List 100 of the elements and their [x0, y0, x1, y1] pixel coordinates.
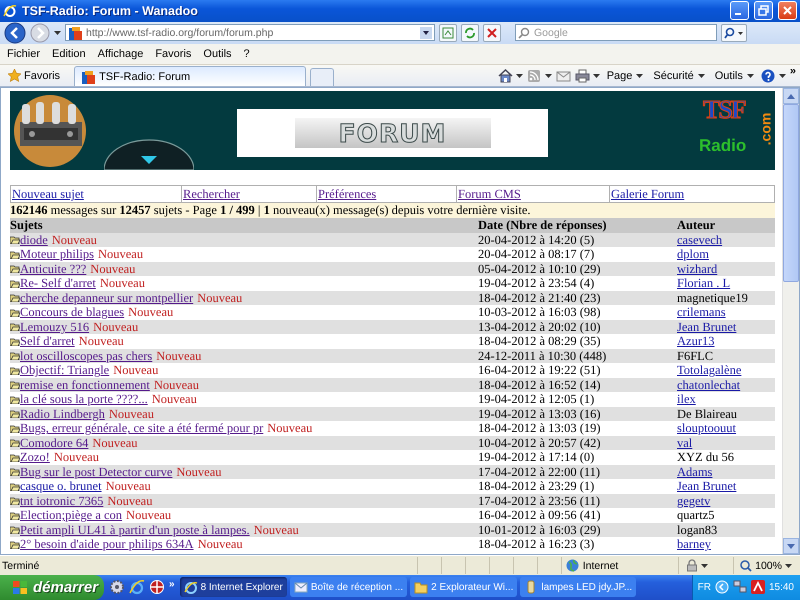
author-link[interactable]: Totolagalène [677, 363, 742, 378]
expand-tray-icon[interactable] [714, 580, 729, 594]
topic-link[interactable]: Bugs, erreur générale, ce site a été fermé pour pr [20, 421, 264, 436]
author-link[interactable]: Jean Brunet [677, 479, 736, 494]
new-label: Nouveau [93, 320, 138, 334]
taskbar-button[interactable]: 2 Explorateur Wi... [410, 577, 518, 598]
printer-icon[interactable] [574, 68, 590, 83]
nav-link[interactable]: Préférences [316, 186, 376, 202]
scroll-up-button[interactable] [783, 88, 799, 104]
lock-icon[interactable] [685, 559, 700, 572]
caret-icon[interactable] [516, 74, 523, 78]
home-icon[interactable] [498, 68, 513, 83]
author-link[interactable]: casevech [677, 232, 722, 248]
topic-link[interactable]: Self d'arret [20, 334, 75, 349]
quick-launch-more-button[interactable]: » [169, 579, 175, 590]
author-link[interactable]: ilex [677, 392, 696, 407]
address-field[interactable]: http://www.tsf-radio.org/forum/forum.php [65, 24, 435, 42]
menu-item[interactable]: Favoris [150, 46, 196, 62]
topic-link[interactable]: 2° besoin d'aide pour philips 634A [20, 537, 194, 552]
taskbar-button[interactable]: 8 Internet Explorer [180, 577, 287, 598]
topic-link[interactable]: cherche depanneur sur montpellier [20, 290, 194, 306]
windows-logo-icon [12, 580, 28, 595]
menu-item[interactable]: Outils [198, 46, 237, 62]
caret-icon[interactable] [592, 74, 600, 78]
command-menu[interactable]: Page [604, 70, 646, 82]
author-link[interactable]: crilemans [677, 305, 726, 320]
author-link[interactable]: val [677, 436, 692, 450]
author-link[interactable]: slouptoouut [677, 421, 736, 436]
new-label: Nouveau [126, 508, 172, 523]
topic-link[interactable]: remise en fonctionnement [20, 378, 150, 392]
command-menu[interactable]: Sécurité [650, 70, 708, 82]
author-link[interactable]: wizhard [677, 262, 718, 276]
menu-item[interactable]: Edition [47, 46, 91, 62]
nav-link[interactable]: Rechercher [181, 186, 240, 202]
minimize-button[interactable] [730, 1, 749, 20]
taskbar-button[interactable]: lampes LED jdy.JP... [520, 577, 636, 598]
topic-link[interactable]: Objectif: Triangle [20, 363, 110, 378]
history-dropdown-icon[interactable] [54, 30, 61, 35]
topic-link[interactable]: Lemouzy 516 [20, 320, 90, 334]
author-link[interactable]: Azur13 [677, 334, 714, 349]
topic-link[interactable]: casque o. brunet [20, 479, 102, 494]
author-link[interactable]: barney [677, 537, 712, 552]
caret-icon[interactable] [636, 74, 644, 78]
topic-link[interactable]: Moteur philips [20, 247, 94, 262]
caret-icon[interactable] [544, 74, 552, 78]
author-name: logan83 [677, 522, 718, 538]
topic-link[interactable]: Anticuite ??? [20, 262, 86, 276]
author-link[interactable]: Adams [677, 464, 712, 480]
back-button[interactable] [4, 22, 26, 44]
caret-icon[interactable] [778, 74, 786, 78]
command-menu[interactable]: Outils [712, 70, 757, 82]
caret-icon[interactable] [701, 564, 708, 568]
browser-tab[interactable]: TSF-Radio: Forum [74, 66, 306, 86]
menu-item[interactable]: ? [238, 46, 255, 62]
ie-logo-icon[interactable] [129, 579, 145, 596]
topic-link[interactable]: Re- Self d'arret [20, 276, 96, 291]
topic-link[interactable]: Bug sur le post Detector curve [20, 464, 172, 480]
more-tools-button[interactable]: » [790, 64, 796, 77]
search-button[interactable] [721, 24, 747, 42]
restore-button[interactable] [754, 1, 773, 20]
author-name: quartz5 [677, 508, 716, 523]
dropdown-icon[interactable] [420, 26, 432, 39]
author-link[interactable]: Jean Brunet [677, 320, 736, 334]
caret-icon[interactable] [784, 564, 792, 568]
topic-link[interactable]: Concours de blagues [20, 305, 124, 320]
refresh-button[interactable] [461, 24, 479, 42]
nav-link[interactable]: Galerie Forum [609, 186, 684, 202]
author-link[interactable]: dplom [677, 247, 709, 262]
topic-link[interactable]: diode [20, 232, 48, 248]
antivirus-icon[interactable] [750, 580, 765, 594]
caret-icon[interactable] [698, 74, 705, 78]
nav-link[interactable]: Forum CMS [456, 186, 521, 202]
minimize-icon [734, 12, 740, 15]
author-link[interactable]: gegetv [677, 494, 710, 508]
topic-link[interactable]: tnt iotronic 7365 [20, 494, 104, 508]
author-link[interactable]: Florian . L [677, 276, 730, 291]
scroll-down-button[interactable] [783, 538, 799, 554]
close-button[interactable] [778, 1, 797, 20]
topic-link[interactable]: Radio Lindbergh [20, 406, 105, 422]
stop-button[interactable] [483, 24, 501, 42]
menu-item[interactable]: Fichier [2, 46, 46, 62]
scrollbar-thumb[interactable] [783, 104, 799, 282]
topic-link[interactable]: Zozo! [20, 450, 50, 465]
target-icon[interactable] [149, 579, 165, 596]
topic-link[interactable]: Petit ampli UL41 à partir d'un poste à lampes. [20, 522, 250, 538]
menu-item[interactable]: Affichage [92, 46, 148, 62]
help-icon[interactable] [760, 68, 776, 83]
author-link[interactable]: chatonlechat [677, 378, 740, 392]
taskbar-button[interactable]: Boîte de réception ... [290, 577, 408, 598]
gear-icon[interactable] [109, 579, 125, 596]
compatibility-button[interactable] [439, 24, 457, 42]
topic-link[interactable]: Comodore 64 [20, 436, 88, 450]
topic-link[interactable]: lot oscilloscopes pas chers [20, 348, 152, 364]
topic-link[interactable]: Election;piège a con [20, 508, 122, 523]
network-icon[interactable] [732, 580, 747, 594]
caret-icon[interactable] [746, 74, 754, 78]
favorites-button[interactable]: Favoris [4, 66, 64, 86]
nav-link[interactable]: Nouveau sujet [11, 186, 84, 202]
zoom-level[interactable]: 100% [733, 557, 800, 574]
topic-link[interactable]: la clé sous la porte ????... [20, 392, 148, 407]
